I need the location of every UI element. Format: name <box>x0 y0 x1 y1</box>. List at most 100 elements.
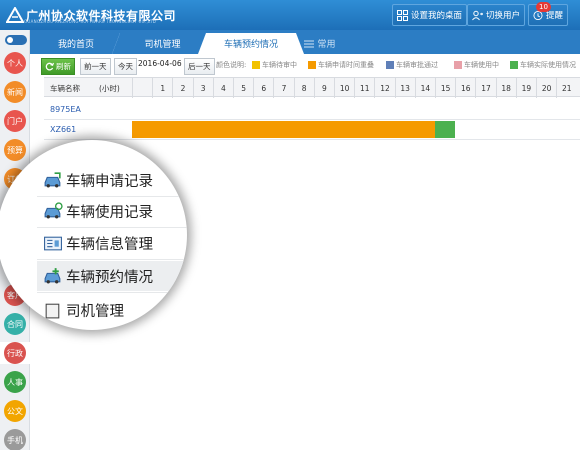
module-11[interactable]: 人事 <box>4 371 26 393</box>
refresh-icon <box>45 62 54 71</box>
module-active-label: 行政 <box>4 342 26 364</box>
hour-col: 17 <box>475 78 495 98</box>
desktop-icon <box>397 9 408 21</box>
menu-item-label: 车辆使用记录 <box>66 204 153 221</box>
menu-item[interactable]: 司机管理 <box>43 295 187 325</box>
hour-col: 9 <box>313 78 334 98</box>
menu-item-label: 司机管理 <box>66 303 124 320</box>
legend-title: 颜色说明: <box>216 61 247 69</box>
module-1[interactable]: 新闻 <box>4 81 26 103</box>
menu-icon <box>304 40 315 47</box>
menu-item[interactable]: 车辆信息管理 <box>43 228 187 258</box>
hour-col-0 <box>132 78 152 98</box>
legend-label: 车辆申请时间重叠 <box>318 61 374 69</box>
sidebar-toggle[interactable] <box>5 35 27 45</box>
prev-day-label: 前一天 <box>84 62 107 71</box>
hour-col: 8 <box>293 78 314 98</box>
legend-swatch <box>252 61 260 69</box>
booking-bar[interactable] <box>435 121 456 138</box>
switch-user-label: 切换用户 <box>486 11 521 21</box>
legend-swatch <box>454 61 462 69</box>
hour-col: 2 <box>172 78 192 98</box>
module-9[interactable]: 合同 <box>4 313 26 335</box>
legend-item: 车辆待审中 <box>252 60 297 70</box>
tab-driver-label: 司机管理 <box>144 40 181 50</box>
today-label: 今天 <box>118 62 133 71</box>
today-button[interactable]: 今天 <box>114 58 137 75</box>
switch-user-button[interactable]: 切换用户 <box>467 4 526 26</box>
hour-col: 4 <box>212 78 233 98</box>
grid-header: 车辆名称 (小时) 1 2 3 4 5 6 7 8 9 10 11 12 13 14 15 16 17 18 19 2… <box>44 77 580 98</box>
hour-col: 13 <box>394 78 415 98</box>
module-3[interactable]: 预算 <box>4 139 26 161</box>
menu-divider <box>37 259 187 260</box>
next-day-button[interactable]: 后一天 <box>184 58 215 75</box>
tab-home[interactable]: 我的首页 <box>36 33 120 54</box>
module-0[interactable]: 个人 <box>4 52 26 74</box>
car-info-icon <box>43 234 66 252</box>
legend-label: 车辆使用中 <box>464 61 499 69</box>
tab-vehicle-booking[interactable]: 车辆预约情况 <box>198 33 304 54</box>
magnified-vehicle-menu: 车辆申请记录 车辆使用记录 车辆信息管理 车辆预约情况 司机管理 <box>0 140 187 330</box>
module-12[interactable]: 公文 <box>4 400 26 422</box>
switch-user-icon <box>472 10 483 20</box>
remind-badge: 10 <box>536 2 551 12</box>
legend-label: 车辆实际使用情况 <box>520 61 576 69</box>
remind-button[interactable]: 10 提醒 <box>528 2 568 26</box>
prev-day-button[interactable]: 前一天 <box>80 58 111 75</box>
vehicle-plate[interactable]: 8975EA <box>50 105 81 114</box>
menu-item-label: 车辆预约情况 <box>66 269 153 286</box>
hour-col: 16 <box>455 78 475 98</box>
hour-col: 10 <box>334 78 354 98</box>
refresh-label: 刷新 <box>56 62 71 71</box>
booking-schedule-grid: 车辆名称 (小时) 1 2 3 4 5 6 7 8 9 10 11 12 13 14 15 16 17 18 19 2… <box>44 77 580 151</box>
menu-divider <box>37 292 187 293</box>
tab-common[interactable]: 常用 <box>300 33 340 54</box>
car-use-icon <box>43 202 66 220</box>
menu-item-label: 车辆信息管理 <box>66 236 153 253</box>
tab-common-label: 常用 <box>317 40 336 50</box>
module-13[interactable]: 手机 <box>4 429 26 450</box>
vehicle-name-header: 车辆名称 <box>50 84 80 93</box>
legend-item: 车辆实际使用情况 <box>510 60 576 70</box>
hour-col: 19 <box>515 78 536 98</box>
legend-swatch <box>308 61 316 69</box>
menu-item[interactable]: 车辆申请记录 <box>43 165 187 195</box>
car-apply-icon <box>43 171 66 189</box>
tab-bar: 我的首页 司机管理 车辆预约情况 常用 <box>30 30 580 54</box>
driver-icon <box>43 301 66 319</box>
module-2[interactable]: 门户 <box>4 110 26 132</box>
hour-col: 12 <box>374 78 394 98</box>
menu-item[interactable]: 车辆预约情况 <box>37 261 187 291</box>
legend-item: 车辆使用中 <box>454 60 499 70</box>
vehicle-plate[interactable]: XZ661 <box>50 125 76 134</box>
legend-swatch <box>510 61 518 69</box>
set-desktop-button[interactable]: 设置我的桌面 <box>392 4 468 26</box>
hour-col: 1 <box>152 78 172 98</box>
hour-col: 3 <box>192 78 213 98</box>
hour-col: 20 <box>536 78 556 98</box>
menu-item[interactable]: 车辆使用记录 <box>43 196 187 226</box>
legend-item: 车辆申请时间重叠 <box>308 60 374 70</box>
logo-icon <box>5 5 25 23</box>
vehicle-row[interactable]: 8975EA <box>44 100 580 120</box>
tab-driver-management[interactable]: 司机管理 <box>120 33 209 54</box>
schedule-toolbar: 刷新 前一天 今天 2016-04-06 后一天 颜色说明: 车辆待审中 车辆申请… <box>36 55 580 77</box>
legend-label: 车辆审批通过 <box>396 61 438 69</box>
refresh-button[interactable]: 刷新 <box>41 58 75 75</box>
booking-bar[interactable] <box>132 121 435 138</box>
tab-booking-label: 车辆预约情况 <box>223 40 278 50</box>
car-booking-icon <box>43 267 66 285</box>
hour-unit-header: (小时) <box>99 84 120 93</box>
hour-col: 11 <box>354 78 374 98</box>
menu-item-label: 车辆申请记录 <box>66 173 153 190</box>
vehicle-row[interactable]: XZ661 <box>44 120 580 140</box>
legend-item: 车辆审批通过 <box>386 60 438 70</box>
hour-col: 5 <box>233 78 253 98</box>
top-bar: 广州协众软件科技有限公司 GUANGZHOU XIEZHONG SOFTWARE… <box>0 0 580 30</box>
tab-home-label: 我的首页 <box>57 40 94 50</box>
module-10[interactable]: 行政 <box>0 342 30 364</box>
legend-swatch <box>386 61 394 69</box>
hour-col: 18 <box>495 78 516 98</box>
hour-col: 14 <box>414 78 435 98</box>
